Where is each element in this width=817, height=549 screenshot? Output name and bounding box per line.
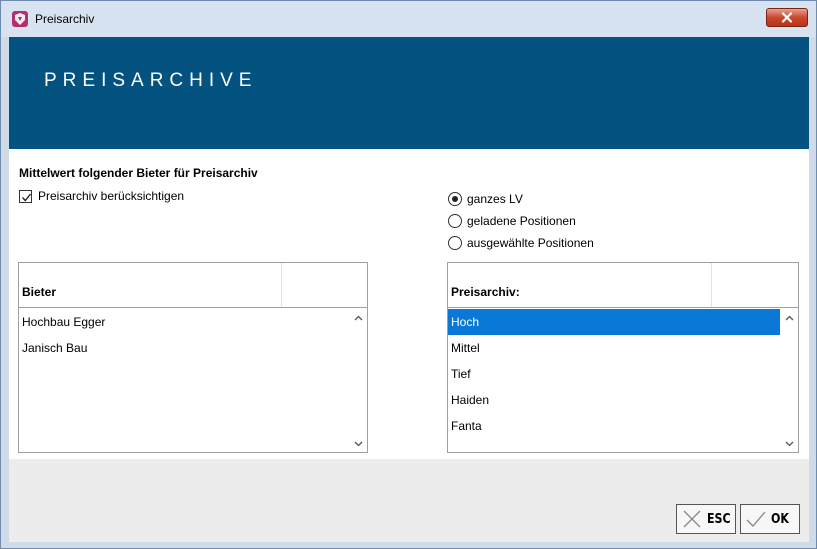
header-banner: PREISARCHIVE [9, 37, 809, 149]
ok-button-label: OK [771, 511, 789, 527]
bieter-list-header[interactable]: Bieter [19, 263, 367, 308]
bieter-scrollbar[interactable] [350, 309, 367, 452]
close-icon [781, 12, 793, 23]
radio-ausgewaehlte-positionen[interactable]: ausgewählte Positionen [448, 232, 594, 254]
bieter-column-header[interactable]: Bieter [22, 285, 56, 299]
scroll-down-button[interactable] [350, 435, 367, 452]
radio-label: ausgewählte Positionen [467, 236, 594, 250]
ok-button[interactable]: OK [740, 504, 800, 534]
section-title: Mittelwert folgender Bieter für Preisarc… [19, 166, 258, 180]
chevron-up-icon [785, 315, 794, 320]
window-title: Preisarchiv [35, 12, 95, 26]
chevron-down-icon [785, 441, 794, 446]
chevron-down-icon [354, 441, 363, 446]
checkmark-icon [746, 511, 766, 527]
list-item[interactable]: Janisch Bau [19, 335, 349, 361]
dialog-content: PREISARCHIVE Mittelwert folgender Bieter… [9, 37, 809, 542]
column-separator[interactable] [711, 263, 712, 307]
radio-label: ganzes LV [467, 192, 523, 206]
scroll-up-button[interactable] [350, 309, 367, 326]
preisarchiv-scrollbar[interactable] [781, 309, 798, 452]
radio-button[interactable] [448, 236, 462, 250]
checkmark-icon [21, 193, 32, 202]
list-item[interactable]: Tief [448, 361, 780, 387]
bieter-list[interactable]: Bieter Hochbau Egger Janisch Bau [18, 262, 368, 453]
preisarchiv-window: Preisarchiv PREISARCHIVE Mittelwert folg… [0, 0, 817, 549]
radio-label: geladene Positionen [467, 214, 576, 228]
scroll-up-button[interactable] [781, 309, 798, 326]
scope-radio-group: ganzes LV geladene Positionen ausgewählt… [448, 188, 594, 254]
x-mark-icon [683, 510, 701, 528]
preisarchiv-column-header[interactable]: Preisarchiv: [451, 285, 520, 299]
radio-button[interactable] [448, 214, 462, 228]
app-logo-icon [12, 11, 28, 27]
list-item[interactable]: Mittel [448, 335, 780, 361]
checkbox-label: Preisarchiv berücksichtigen [38, 189, 185, 203]
list-item[interactable]: Haiden [448, 387, 780, 413]
preisarchiv-list[interactable]: Preisarchiv: Hoch Mittel Tief Haiden Fan… [447, 262, 799, 453]
list-item[interactable]: Fanta [448, 413, 780, 439]
preisarchiv-checkbox[interactable] [19, 189, 32, 203]
title-bar: Preisarchiv [1, 1, 816, 37]
close-button[interactable] [766, 8, 808, 27]
radio-button[interactable] [448, 192, 462, 206]
esc-button[interactable]: ESC [676, 504, 736, 534]
header-title: PREISARCHIVE [44, 70, 258, 91]
list-item-selected[interactable]: Hoch [448, 309, 780, 335]
chevron-up-icon [354, 315, 363, 320]
radio-ganzes-lv[interactable]: ganzes LV [448, 188, 594, 210]
preisarchiv-list-header[interactable]: Preisarchiv: [448, 263, 798, 308]
form-panel: Mittelwert folgender Bieter für Preisarc… [9, 149, 809, 459]
esc-button-label: ESC [707, 511, 731, 527]
preisarchiv-rows: Hoch Mittel Tief Haiden Fanta [448, 309, 780, 439]
bieter-rows: Hochbau Egger Janisch Bau [19, 309, 349, 361]
column-separator[interactable] [281, 263, 282, 307]
preisarchiv-checkbox-row[interactable]: Preisarchiv berücksichtigen [19, 188, 184, 204]
list-item[interactable]: Hochbau Egger [19, 309, 349, 335]
radio-geladene-positionen[interactable]: geladene Positionen [448, 210, 594, 232]
scroll-down-button[interactable] [781, 435, 798, 452]
